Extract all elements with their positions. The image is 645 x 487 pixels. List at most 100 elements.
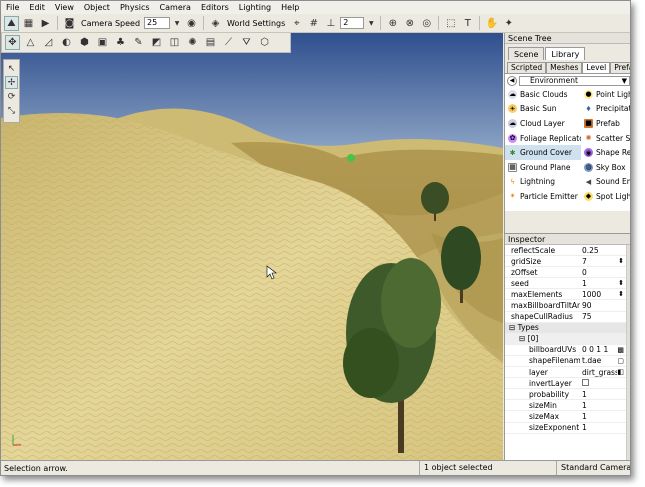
menu-object[interactable]: Object — [79, 1, 115, 14]
property-value[interactable]: 1 — [580, 390, 630, 399]
prefab-icon: ■ — [584, 118, 593, 128]
sketch-tool-icon[interactable]: ▤ — [203, 35, 218, 50]
pivot-icon[interactable]: ⊕ — [385, 16, 400, 31]
property-value[interactable]: 90 — [580, 301, 630, 310]
invert-layer-checkbox[interactable] — [582, 378, 589, 386]
snap-value-input[interactable]: 2 — [340, 17, 365, 29]
list-item[interactable]: ☁ Cloud Layer — [505, 116, 581, 131]
list-item[interactable]: ♦Precipitation — [581, 102, 630, 117]
menu-help[interactable]: Help — [276, 1, 304, 14]
centre-icon[interactable]: ◎ — [419, 16, 434, 31]
camera-speed-input[interactable]: 25 — [144, 17, 171, 29]
tab-meshes[interactable]: Meshes — [546, 62, 583, 73]
text-icon[interactable]: T — [460, 16, 475, 31]
menu-edit[interactable]: Edit — [24, 1, 50, 14]
tab-library[interactable]: Library — [545, 47, 586, 60]
terrain-snap-icon[interactable]: ⊥ — [323, 16, 338, 31]
mesh-road-icon[interactable]: ✎ — [131, 35, 146, 50]
chevron-down-icon[interactable]: ▼ — [172, 16, 182, 31]
tab-scripted[interactable]: Scripted — [507, 62, 547, 73]
property-value[interactable]: 75 — [580, 312, 630, 321]
list-item[interactable]: ●Point Light — [581, 87, 630, 102]
clouds-icon: ☁ — [508, 89, 517, 99]
object-editor-icon[interactable]: ✥ — [5, 35, 20, 50]
world-settings-icon[interactable]: ◈ — [208, 16, 223, 31]
property-value[interactable]: t.dae — [580, 356, 617, 365]
separator — [380, 16, 382, 30]
gui-editor-icon[interactable]: ▦ — [21, 16, 36, 31]
property-value[interactable]: 1 — [580, 279, 618, 288]
list-item[interactable]: ϟ Lightning — [505, 175, 581, 190]
list-item[interactable]: ◍ Sky Box — [581, 160, 630, 175]
forest-editor-icon[interactable]: ♣ — [113, 35, 128, 50]
list-item[interactable]: ☀ Basic Sun — [505, 102, 581, 117]
terrain-editor-icon[interactable]: △ — [23, 35, 38, 50]
inspector-scrollbar[interactable] — [626, 245, 630, 461]
property-value[interactable]: 1 — [580, 401, 630, 410]
bird-icon[interactable]: ✦ — [501, 16, 516, 31]
menu-physics[interactable]: Physics — [115, 1, 155, 14]
terrain-scene[interactable] — [1, 33, 503, 460]
list-item[interactable]: ✿ Foliage Replicator — [505, 131, 581, 146]
list-item[interactable]: ☁ Basic Clouds — [505, 87, 581, 102]
list-item[interactable]: ✱ Ground Cover — [505, 145, 581, 160]
object-marker-icon[interactable] — [347, 154, 355, 162]
property-value[interactable]: dirt_grass — [580, 368, 617, 377]
rotate-tool-icon[interactable]: ⟳ — [5, 90, 18, 103]
menu-editors[interactable]: Editors — [196, 1, 234, 14]
datablock-editor-icon[interactable]: ⬢ — [77, 35, 92, 50]
3d-viewport[interactable] — [1, 33, 503, 460]
road-editor-icon[interactable]: ⟋ — [221, 35, 236, 50]
grid-snap-icon[interactable]: # — [306, 16, 321, 31]
property-value[interactable]: 1 — [580, 412, 630, 421]
eye-icon[interactable]: ◉ — [184, 16, 199, 31]
bounds-icon[interactable]: ⊗ — [402, 16, 417, 31]
tab-prefabs[interactable]: Prefabs — [610, 62, 630, 73]
world-editor-icon[interactable]: ⛰ — [4, 15, 19, 31]
subgroup-header[interactable]: ⊟ [0] — [505, 333, 630, 345]
tab-level[interactable]: Level — [582, 62, 611, 73]
material-editor-icon[interactable]: ◐ — [59, 35, 74, 50]
shape-editor-icon[interactable]: ◫ — [167, 35, 182, 50]
property-value[interactable]: 0 — [580, 268, 630, 277]
property-value[interactable]: 7 — [580, 257, 618, 266]
select-icon[interactable]: ⬚ — [443, 16, 458, 31]
camera-mode[interactable]: Standard Camera — [556, 461, 630, 475]
tab-scene[interactable]: Scene — [508, 47, 545, 60]
play-icon[interactable]: ▶ — [38, 16, 53, 31]
list-item[interactable]: ◉Shape Replicator — [581, 145, 630, 160]
particle-editor-icon[interactable]: ✺ — [185, 35, 200, 50]
river-editor-icon[interactable]: ◩ — [149, 35, 164, 50]
category-dropdown[interactable]: Environment ▼ — [519, 75, 630, 86]
chevron-down-icon[interactable]: ▼ — [366, 16, 376, 31]
group-header[interactable]: ⊟ Types — [505, 322, 630, 334]
navmesh-editor-icon[interactable]: ⛛ — [239, 35, 254, 50]
collapse-icon: ⊟ — [509, 323, 518, 333]
convex-editor-icon[interactable]: ⬡ — [257, 35, 272, 50]
menu-view[interactable]: View — [50, 1, 79, 14]
list-item[interactable]: ■ Prefab — [581, 116, 630, 131]
property-value[interactable]: 1000 — [580, 290, 618, 299]
property-value[interactable]: 1 — [580, 423, 630, 432]
scale-tool-icon[interactable]: ⤡ — [5, 104, 18, 117]
list-item[interactable]: ✶ Particle Emitter — [505, 189, 581, 204]
decal-editor-icon[interactable]: ▣ — [95, 35, 110, 50]
table-row: sizeMin 1 — [505, 400, 630, 412]
arrow-select-icon[interactable]: ↖ — [5, 62, 18, 75]
world-settings-label[interactable]: World Settings — [225, 19, 287, 28]
list-item[interactable]: ✺Scatter Sky — [581, 131, 630, 146]
list-item[interactable]: ▦ Ground Plane — [505, 160, 581, 175]
snap-icon[interactable]: ⌖ — [289, 16, 304, 31]
list-item[interactable]: ◆ Spot Light — [581, 189, 630, 204]
list-item[interactable]: ◀Sound Emitter — [581, 175, 630, 190]
menu-camera[interactable]: Camera — [155, 1, 196, 14]
camera-icon[interactable]: ◙ — [62, 16, 77, 31]
back-arrow-icon[interactable]: ◀ — [507, 75, 517, 86]
terrain-painter-icon[interactable]: ◿ — [41, 35, 56, 50]
menu-file[interactable]: File — [1, 1, 24, 14]
move-tool-icon[interactable]: ✢ — [5, 76, 18, 89]
property-value[interactable]: 0 0 1 1 — [580, 345, 617, 354]
menu-lighting[interactable]: Lighting — [234, 1, 276, 14]
property-value[interactable]: 0.25 — [580, 246, 630, 255]
hand-icon[interactable]: ✋ — [484, 16, 499, 31]
